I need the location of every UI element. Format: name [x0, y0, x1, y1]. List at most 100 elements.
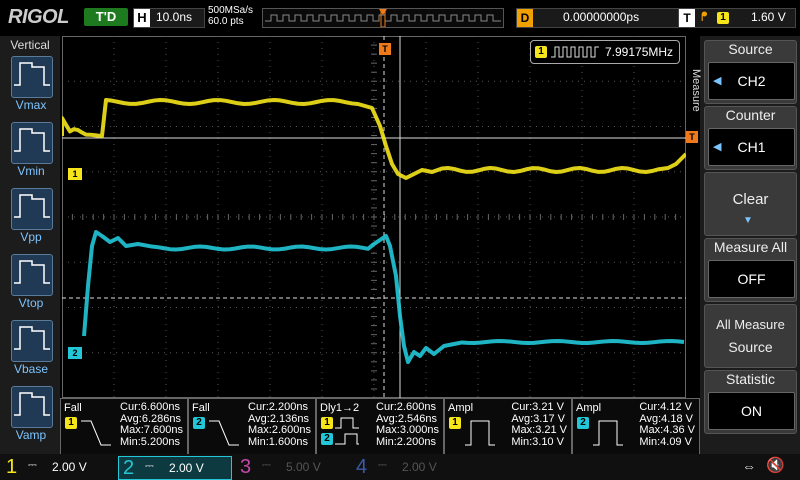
- horizontal-label: H: [134, 9, 150, 27]
- vmin-measure-button[interactable]: [11, 122, 53, 164]
- falling-edge-icon: ᖰ: [701, 9, 708, 24]
- dc-coupling-icon: ⎓: [145, 460, 154, 472]
- channel-scale: 2.00 V: [52, 460, 87, 474]
- trigger-readout[interactable]: T ᖰ 1 1.60 V: [678, 8, 796, 28]
- measurement-cur: Cur:2.200ns: [248, 401, 308, 413]
- delay-readout[interactable]: D 0.00000000ps: [516, 8, 698, 28]
- vpp-measure-button[interactable]: [11, 188, 53, 230]
- all-measure-source-button[interactable]: All Measure Source: [704, 304, 797, 368]
- channel-number: 2: [123, 457, 135, 479]
- measurement-max: Max:7.600ns: [120, 424, 183, 436]
- vpp-waveform-icon: [14, 194, 50, 218]
- statistic-value-box: ON: [708, 392, 795, 430]
- run-status-badge[interactable]: T'D: [84, 8, 128, 26]
- dc-coupling-icon: ⎓: [262, 459, 271, 471]
- vbase-waveform-icon: [14, 326, 50, 350]
- delay-waveform-icon: [335, 417, 359, 445]
- trigger-position-marker[interactable]: T: [379, 43, 391, 55]
- measurement-stats: Cur:2.200ns Avg:2.136ns Max:2.600ns Min:1.6…: [248, 401, 311, 448]
- measurement-box[interactable]: Ampl 2 Cur:4.12 V Avg:4.18 V Max:4.36 V Min:4…: [572, 398, 700, 456]
- amplitude-waveform-icon: [593, 420, 623, 446]
- measurement-stats: Cur:2.600ns Avg:2.546ns Max:3.000ns Min:2.2…: [376, 401, 439, 448]
- memory-timeline[interactable]: [262, 8, 504, 28]
- measurement-stats: Cur:4.12 V Avg:4.18 V Max:4.36 V Min:4.09 V: [639, 401, 695, 448]
- dc-coupling-icon: ⎓: [28, 459, 37, 471]
- ch1-waveform: [60, 98, 688, 180]
- measurement-box[interactable]: Dly1→2 1 2 Cur:2.600ns Avg:2.546ns Max:3.000n…: [316, 398, 444, 456]
- measurement-cur: Cur:2.600ns: [376, 401, 436, 413]
- timeline-waveform-icon: [265, 8, 501, 28]
- measurement-name: Ampl: [576, 402, 602, 414]
- channel-1-tab[interactable]: 1 ⎓ 2.00 V: [2, 456, 114, 478]
- source-menu-item[interactable]: Source ◀ CH2: [704, 40, 797, 104]
- trigger-label: T: [679, 9, 695, 27]
- measure-all-value: OFF: [737, 271, 766, 287]
- dc-coupling-icon: ⎓: [378, 459, 387, 471]
- measurement-max: Max:3.21 V: [511, 424, 567, 436]
- counter-frequency: 7.99175MHz: [605, 45, 674, 59]
- vmin-waveform-icon: [14, 128, 50, 152]
- measurement-min: Min:3.10 V: [511, 435, 564, 448]
- sample-info: 500MSa/s 60.0 pts: [208, 5, 253, 27]
- measurement-box[interactable]: Fall 1 Cur:6.600ns Avg:6.286ns Max:7.600ns Mi…: [60, 398, 188, 456]
- clear-button[interactable]: Clear ▼: [704, 172, 797, 236]
- measurement-channel-badge: 1: [449, 417, 461, 429]
- trigger-level-marker[interactable]: T: [686, 131, 698, 143]
- waveform-display[interactable]: [60, 35, 688, 399]
- vamp-measure-label: Vamp: [15, 428, 47, 442]
- vbase-measure-label: Vbase: [13, 362, 49, 376]
- vertical-panel-title: Vertical: [10, 38, 50, 52]
- measurement-box[interactable]: Fall 2 Cur:2.200ns Avg:2.136ns Max:2.600ns Mi…: [188, 398, 316, 456]
- fall-time-waveform-icon: [81, 420, 111, 446]
- horizontal-timebase[interactable]: H 10.0ns: [133, 8, 205, 28]
- memory-points: 60.0 pts: [208, 16, 244, 27]
- vamp-measure-button[interactable]: [11, 386, 53, 428]
- measurement-name: Fall: [192, 402, 210, 414]
- measurement-max: Max:2.600ns: [248, 424, 311, 436]
- statistic-menu-item[interactable]: Statistic ON: [704, 370, 797, 434]
- measurement-cur: Cur:4.12 V: [639, 401, 692, 413]
- channel-4-tab[interactable]: 4 ⎓ 2.00 V: [352, 456, 464, 478]
- statistic-title: Statistic: [725, 371, 775, 387]
- measurement-channel-badge: 1: [321, 417, 333, 429]
- measurement-max: Max:3.000ns: [376, 424, 439, 436]
- vmax-measure-button[interactable]: [11, 56, 53, 98]
- channel-3-tab[interactable]: 3 ⎓ 5.00 V: [236, 456, 348, 478]
- fall-time-waveform-icon: [209, 420, 239, 446]
- vbase-measure-button[interactable]: [11, 320, 53, 362]
- channel-2-tab[interactable]: 2 ⎓ 2.00 V: [118, 456, 232, 480]
- left-arrow-icon: ◀: [713, 75, 722, 87]
- counter-channel-badge: 1: [535, 46, 547, 58]
- measurement-min: Min:2.200ns: [376, 435, 436, 448]
- measure-menu-tab[interactable]: Measure: [688, 60, 702, 120]
- source-value-box: ◀ CH2: [708, 62, 795, 100]
- ch1-ground-marker[interactable]: 1: [68, 168, 82, 180]
- measure-all-menu-item[interactable]: Measure All OFF: [704, 238, 797, 302]
- statistic-value: ON: [741, 403, 762, 419]
- speaker-mute-icon[interactable]: 🔇: [766, 456, 785, 474]
- delay-value: 0.00000000ps: [563, 10, 640, 24]
- measurement-min: Min:4.09 V: [639, 435, 692, 448]
- measurement-stats: Cur:6.600ns Avg:6.286ns Max:7.600ns Min:5.2…: [120, 401, 183, 448]
- measurement-name: Ampl: [448, 402, 474, 414]
- sample-rate: 500MSa/s: [208, 5, 254, 16]
- counter-menu-item[interactable]: Counter ◀ CH1: [704, 106, 797, 170]
- measurement-box[interactable]: Ampl 1 Cur:3.21 V Avg:3.17 V Max:3.21 V Min:3…: [444, 398, 572, 456]
- counter-value: CH1: [737, 139, 766, 155]
- trigger-level: 1.60 V: [751, 10, 786, 24]
- measurement-channel-badge: 2: [193, 417, 205, 429]
- channel-number: 1: [6, 456, 18, 478]
- delay-label: D: [517, 9, 533, 27]
- source-title: Source: [728, 41, 773, 57]
- all-measure-source-line2: Source: [728, 339, 773, 355]
- measurement-name: Fall: [64, 402, 82, 414]
- square-wave-icon: [551, 46, 599, 58]
- measurement-channel-badge: 2: [577, 417, 589, 429]
- measurement-cur: Cur:6.600ns: [120, 401, 180, 413]
- vtop-waveform-icon: [14, 260, 50, 284]
- ch2-ground-marker[interactable]: 2: [68, 347, 82, 359]
- channel-scale: 2.00 V: [402, 460, 437, 474]
- measure-all-value-box: OFF: [708, 260, 795, 298]
- usb-icon: ⇔: [742, 458, 756, 474]
- vtop-measure-button[interactable]: [11, 254, 53, 296]
